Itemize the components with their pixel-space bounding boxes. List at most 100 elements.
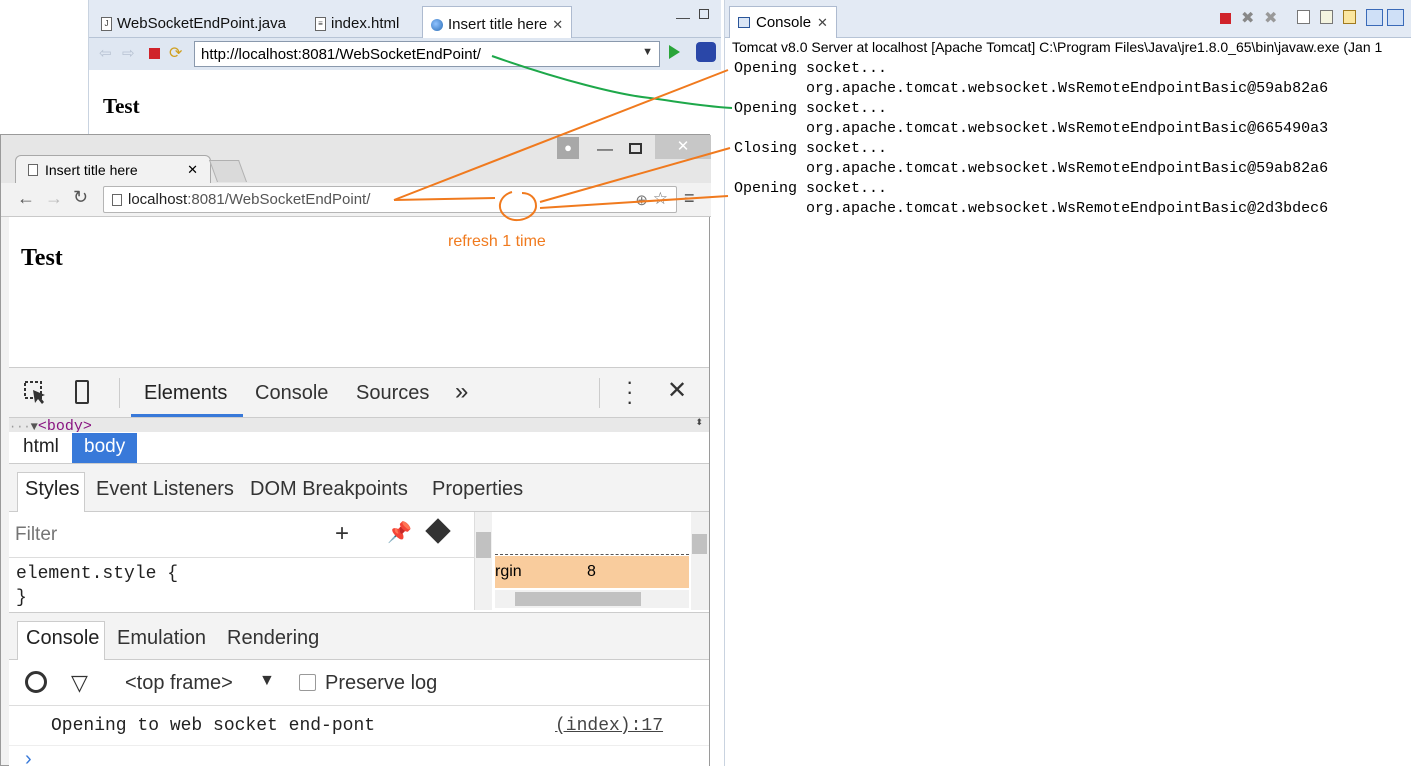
horizontal-scrollbar[interactable] (495, 590, 689, 608)
margin-label: rgin (495, 563, 522, 580)
tab-label: Insert title here (448, 16, 548, 33)
location-icon[interactable]: ⊕ (635, 191, 648, 209)
console-message: Opening to web socket end-pont (index):1… (9, 706, 709, 746)
console-toolbar: ▽ <top frame> ▼ Preserve log (9, 660, 709, 706)
subtab-properties[interactable]: Properties (432, 478, 523, 501)
word-wrap-icon[interactable] (1343, 10, 1356, 24)
console-line: Opening socket... (734, 60, 888, 77)
subtab-styles[interactable]: Styles (25, 478, 79, 501)
devtools-tab-console[interactable]: Console (255, 382, 328, 405)
breadcrumb-body[interactable]: body (72, 433, 138, 463)
styles-scrollbar[interactable] (474, 512, 492, 610)
tab-label: WebSocketEndPoint.java (117, 15, 286, 32)
ellipsis-icon: ··· (9, 420, 31, 432)
chrome-omnibox[interactable]: localhost:8081/WebSocketEndPoint/ ⊕ ☆ (103, 186, 677, 213)
body-node: <body> (37, 418, 92, 432)
close-window-button[interactable]: ✕ (655, 135, 711, 159)
back-arrow-icon[interactable]: ⇦ (99, 44, 112, 62)
devtools-toolbar: Elements Console Sources » · · · ✕ (9, 368, 709, 418)
clear-console-icon[interactable] (1297, 10, 1310, 24)
console-line: Closing socket... (734, 140, 888, 157)
inspect-element-icon[interactable] (23, 380, 49, 406)
reload-icon[interactable]: ↻ (73, 187, 88, 208)
filter-icon[interactable]: ▽ (71, 670, 88, 696)
chevron-down-icon[interactable]: ▼ (642, 46, 653, 58)
drawer-tab-console[interactable]: Console (26, 627, 99, 650)
drawer-tab-emulation[interactable]: Emulation (117, 627, 206, 650)
scroll-arrows-icon[interactable]: ⬍ (695, 418, 703, 428)
go-icon[interactable] (669, 45, 680, 59)
device-mode-icon[interactable] (75, 380, 89, 404)
page-heading: Test (21, 245, 63, 271)
forward-arrow-icon[interactable]: → (45, 188, 63, 209)
subtab-dom-breakpoints[interactable]: DOM Breakpoints (250, 478, 408, 501)
subtab-event-listeners[interactable]: Event Listeners (96, 478, 234, 501)
menu-icon[interactable]: ≡ (684, 188, 695, 209)
new-tab-button[interactable] (208, 160, 248, 182)
style-rule-selector[interactable]: element.style { (16, 564, 178, 584)
triangle-down-icon: ▼ (30, 420, 38, 432)
devtools-more-tabs[interactable]: » (455, 378, 468, 406)
breadcrumb-html[interactable]: html (11, 433, 71, 463)
remove-launch-icon[interactable]: ✖ (1241, 8, 1254, 28)
remove-all-icon[interactable]: ✖ (1264, 8, 1277, 28)
margin-box[interactable]: rgin 8 (495, 556, 689, 588)
editor-tab-browser[interactable]: Insert title here ✕ (422, 6, 573, 38)
editor-tab-html[interactable]: ≡ index.html (307, 8, 407, 35)
scrollbar-thumb[interactable] (476, 532, 491, 558)
frame-select[interactable]: <top frame> (125, 672, 233, 695)
console-prompt[interactable]: › (25, 748, 32, 771)
forward-arrow-icon[interactable]: ⇨ (122, 44, 135, 62)
elements-tree-row[interactable]: ···▼<body> ⬍ (9, 418, 709, 432)
drawer-tab-rendering[interactable]: Rendering (227, 627, 319, 650)
minimize-icon[interactable]: — (676, 9, 690, 25)
chrome-toolbar: ← → ↻ localhost:8081/WebSocketEndPoint/ … (1, 183, 711, 217)
maximize-icon[interactable] (629, 143, 642, 154)
refresh-annotation-label: refresh 1 time (448, 233, 546, 250)
pin-icon[interactable]: 📌 (387, 520, 412, 545)
page-icon (28, 163, 38, 176)
close-icon[interactable]: ✕ (187, 162, 198, 178)
stop-icon[interactable] (149, 48, 160, 59)
devtools-tab-sources[interactable]: Sources (356, 382, 429, 405)
editor-tab-java[interactable]: J WebSocketEndPoint.java (93, 8, 294, 35)
clear-console-icon[interactable] (25, 671, 47, 693)
close-icon[interactable]: ✕ (817, 15, 828, 31)
preserve-log-checkbox[interactable] (299, 674, 316, 691)
margin-value[interactable]: 8 (587, 563, 596, 581)
minimize-icon[interactable]: — (597, 141, 613, 159)
terminate-icon[interactable] (1220, 13, 1231, 24)
console-line: org.apache.tomcat.websocket.WsRemoteEndp… (734, 200, 1329, 217)
eclipse-url-input[interactable]: http://localhost:8081/WebSocketEndPoint/… (194, 41, 660, 67)
show-console-stdout-icon[interactable] (1366, 9, 1383, 26)
chevron-down-icon[interactable]: ▼ (259, 672, 275, 690)
maximize-icon[interactable] (699, 9, 709, 19)
chrome-titlebar: Insert title here ✕ ● — ✕ (1, 135, 711, 183)
devtools-tab-elements[interactable]: Elements (144, 382, 227, 405)
close-icon[interactable]: ✕ (552, 17, 563, 33)
devtools-panel: Elements Console Sources » · · · ✕ ···▼<bo… (9, 367, 709, 770)
scrollbar-thumb[interactable] (692, 534, 707, 554)
eclipse-icon[interactable] (696, 42, 716, 62)
kebab-menu-icon[interactable]: · · · (626, 371, 633, 413)
refresh-icon[interactable]: ⟳ (169, 43, 182, 63)
console-line: Opening socket... (734, 100, 888, 117)
chrome-tab[interactable]: Insert title here ✕ (15, 155, 211, 183)
user-icon[interactable]: ● (557, 137, 579, 159)
box-scrollbar[interactable] (691, 512, 709, 610)
style-rule-close: } (16, 588, 27, 608)
element-state-icon[interactable] (425, 518, 451, 544)
url-host: localhost (128, 191, 188, 208)
console-tab[interactable]: Console ✕ (729, 6, 837, 38)
scroll-lock-icon[interactable] (1320, 10, 1333, 24)
new-style-rule-icon[interactable]: + (335, 520, 349, 548)
star-icon[interactable]: ☆ (653, 189, 668, 209)
close-icon[interactable]: ✕ (667, 376, 687, 405)
back-arrow-icon[interactable]: ← (17, 188, 35, 209)
margin-border (495, 554, 689, 555)
console-message-source-link[interactable]: (index):17 (555, 716, 663, 736)
show-console-stderr-icon[interactable] (1387, 9, 1404, 26)
styles-filter-input[interactable] (15, 522, 315, 548)
scrollbar-thumb[interactable] (515, 592, 641, 606)
omnibox-url: localhost:8081/WebSocketEndPoint/ (128, 191, 370, 208)
